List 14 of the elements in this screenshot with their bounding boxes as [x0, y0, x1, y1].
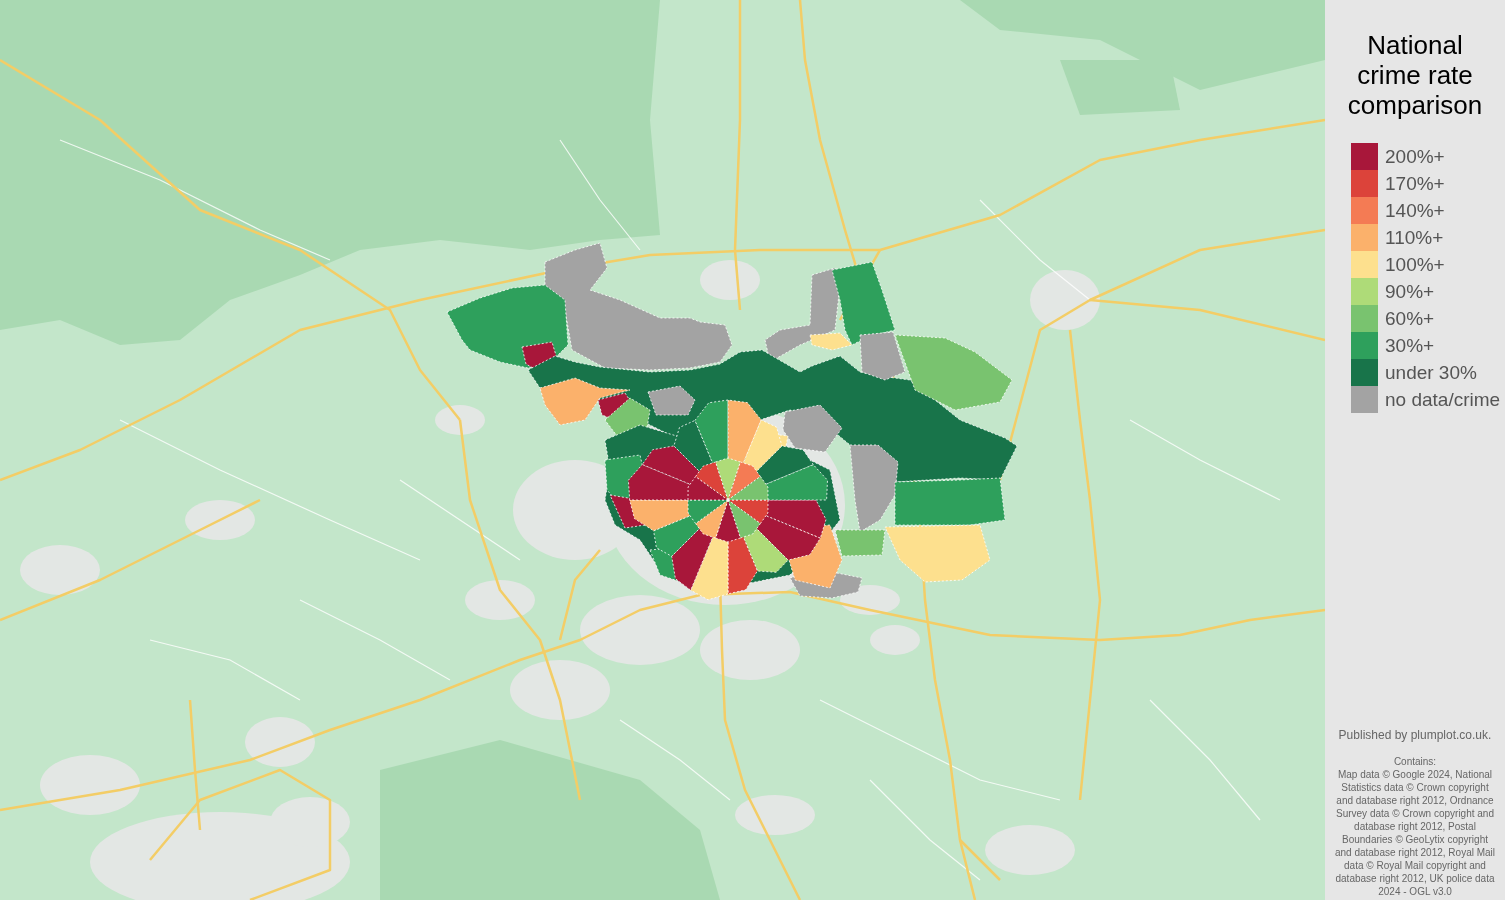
legend-label: 90%+	[1385, 280, 1435, 303]
attribution-text: Map data © Google 2024, National Statistics data © Crown copyright and database right 2012, Ordnance Survey data © Crown copyright and database right 2012, Postal Boundaries © GeoLytix copyright and database right 2012, Royal Mail data © Royal Mail copyright and database right 2012, UK police data 2024 - OGL v3.0	[1333, 768, 1497, 898]
legend-label: 200%+	[1385, 145, 1445, 168]
legend-label: 170%+	[1385, 172, 1445, 195]
publisher-credit: Published by plumplot.co.uk.	[1338, 728, 1492, 742]
legend-title: National crime rate comparison	[1346, 30, 1484, 120]
legend-label: 140%+	[1385, 199, 1445, 222]
attribution-heading: Contains:	[1393, 755, 1437, 768]
legend-label: under 30%	[1385, 361, 1477, 384]
legend-label: 30%+	[1385, 334, 1435, 357]
legend-label: 110%+	[1385, 226, 1444, 249]
legend-label: no data/crime	[1385, 388, 1501, 411]
legend-label: 60%+	[1385, 307, 1435, 330]
legend-label: 100%+	[1385, 253, 1445, 276]
